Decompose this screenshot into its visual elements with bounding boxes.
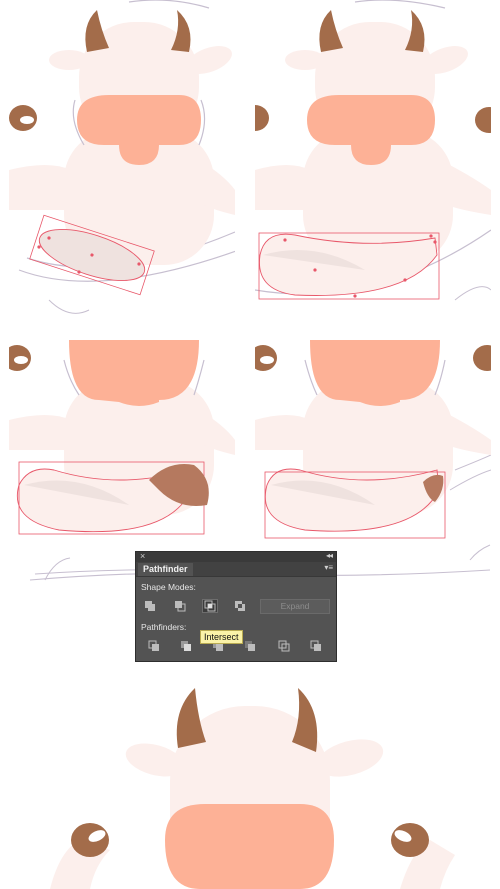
crop-button[interactable] — [242, 639, 258, 653]
intersect-icon — [204, 600, 216, 612]
minus-front-button[interactable] — [172, 599, 188, 613]
exclude-icon — [235, 601, 245, 611]
minus-back-button[interactable] — [308, 639, 324, 653]
trim-button[interactable] — [178, 639, 194, 653]
divide-icon — [148, 640, 159, 651]
step-panel-1 — [9, 0, 235, 315]
trim-icon — [181, 641, 191, 651]
panel-titlebar[interactable]: × ◂◂ — [136, 551, 336, 562]
unite-button[interactable] — [142, 599, 158, 613]
shape-modes-label: Shape Modes: — [141, 582, 196, 592]
step-panel-4 — [255, 340, 491, 540]
pathfinders-label: Pathfinders: — [141, 622, 187, 632]
unite-icon — [145, 601, 155, 611]
pathfinder-panel: × ◂◂ Pathfinder ▾≡ Shape Modes: Expand P… — [135, 551, 337, 662]
outline-button[interactable] — [276, 639, 292, 653]
cow-illustration-step-3 — [9, 340, 235, 535]
panel-tabs: Pathfinder ▾≡ — [136, 562, 336, 577]
close-icon[interactable]: × — [140, 551, 145, 561]
final-cow-panel — [0, 680, 500, 889]
intersect-button[interactable] — [202, 599, 218, 613]
cow-illustration-step-4 — [255, 340, 491, 539]
tab-pathfinder[interactable]: Pathfinder — [138, 563, 193, 576]
crop-icon — [245, 641, 255, 651]
cow-illustration-step-2 — [255, 0, 491, 301]
tooltip: Intersect — [200, 630, 243, 644]
panel-menu-icon[interactable]: ▾≡ — [324, 563, 333, 572]
outline-icon — [278, 640, 290, 652]
collapse-icon[interactable]: ◂◂ — [326, 551, 333, 560]
expand-button[interactable]: Expand — [260, 599, 330, 614]
minus-front-icon — [175, 601, 186, 612]
minus-back-icon — [310, 640, 321, 651]
cow-illustration-step-1 — [9, 0, 235, 314]
exclude-button[interactable] — [232, 599, 248, 613]
step-panel-3 — [9, 340, 235, 540]
cow-illustration-final — [50, 688, 455, 889]
step-panel-2 — [255, 0, 491, 315]
divide-button[interactable] — [146, 639, 162, 653]
